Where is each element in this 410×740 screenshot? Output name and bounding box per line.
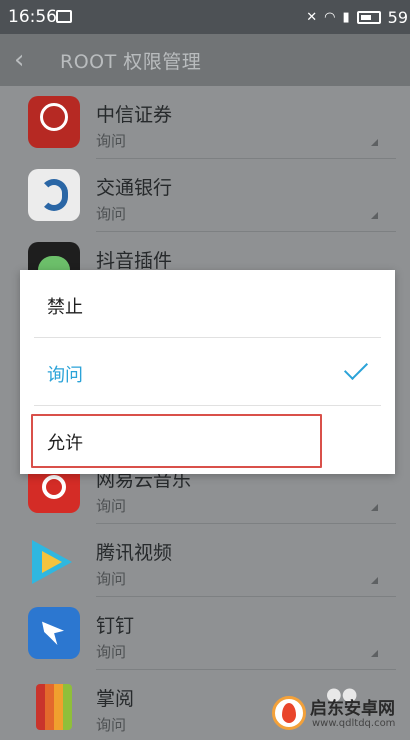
citic-securities-icon (28, 96, 80, 148)
dropdown-caret-icon (371, 139, 378, 146)
option-deny[interactable]: 禁止 (20, 270, 395, 338)
option-label: 禁止 (47, 297, 83, 318)
app-name: 交通银行 (96, 177, 173, 199)
status-icons: ✕ ◠ ▮ 59 (306, 0, 410, 34)
app-permission: 询问 (96, 205, 127, 223)
bocom-icon (28, 169, 80, 221)
dropdown-caret-icon (371, 577, 378, 584)
dropdown-caret-icon (371, 212, 378, 219)
signal-4g-icon: ▮ (342, 9, 350, 25)
watermark: 启东安卓网 www.qdltdq.com (272, 692, 406, 736)
app-permission: 询问 (96, 497, 127, 515)
highlight-box (31, 414, 322, 468)
app-permission: 询问 (96, 716, 127, 734)
list-item[interactable]: 中信证券 询问 (0, 86, 410, 159)
status-time: 16:56 (8, 7, 57, 27)
wifi-icon: ◠ (324, 9, 336, 25)
list-item[interactable]: 腾讯视频 询问 (0, 524, 410, 597)
app-name: 中信证券 (96, 104, 173, 126)
app-permission: 询问 (96, 132, 127, 150)
app-name: 钉钉 (96, 615, 135, 637)
list-item[interactable]: 交通银行 询问 (0, 159, 410, 232)
zhangyue-icon (28, 680, 80, 732)
option-label: 询问 (47, 365, 83, 386)
dropdown-caret-icon (371, 504, 378, 511)
watermark-logo-icon (272, 696, 306, 730)
mute-icon: ✕ (306, 9, 318, 25)
tencent-video-icon (28, 534, 80, 586)
app-permission: 询问 (96, 643, 127, 661)
battery-level: 59 (387, 7, 408, 27)
watermark-url: www.qdltdq.com (312, 718, 396, 729)
app-name: 抖音插件 (96, 250, 173, 272)
app-name: 腾讯视频 (96, 542, 173, 564)
option-ask[interactable]: 询问 (20, 338, 395, 406)
status-bar: 16:56 ✕ ◠ ▮ 59 (0, 0, 410, 34)
check-icon (343, 355, 369, 381)
app-name: 掌阅 (96, 688, 135, 710)
list-item[interactable]: 钉钉 询问 (0, 597, 410, 670)
dropdown-caret-icon (371, 650, 378, 657)
image-icon (56, 10, 72, 23)
watermark-title: 启东安卓网 (310, 699, 395, 719)
dingtalk-icon (28, 607, 80, 659)
page-title: ROOT 权限管理 (60, 51, 202, 73)
app-permission: 询问 (96, 570, 127, 588)
app-bar: ‹ ROOT 权限管理 (0, 34, 410, 86)
back-chevron-icon[interactable]: ‹ (14, 46, 42, 74)
battery-icon (356, 10, 381, 24)
